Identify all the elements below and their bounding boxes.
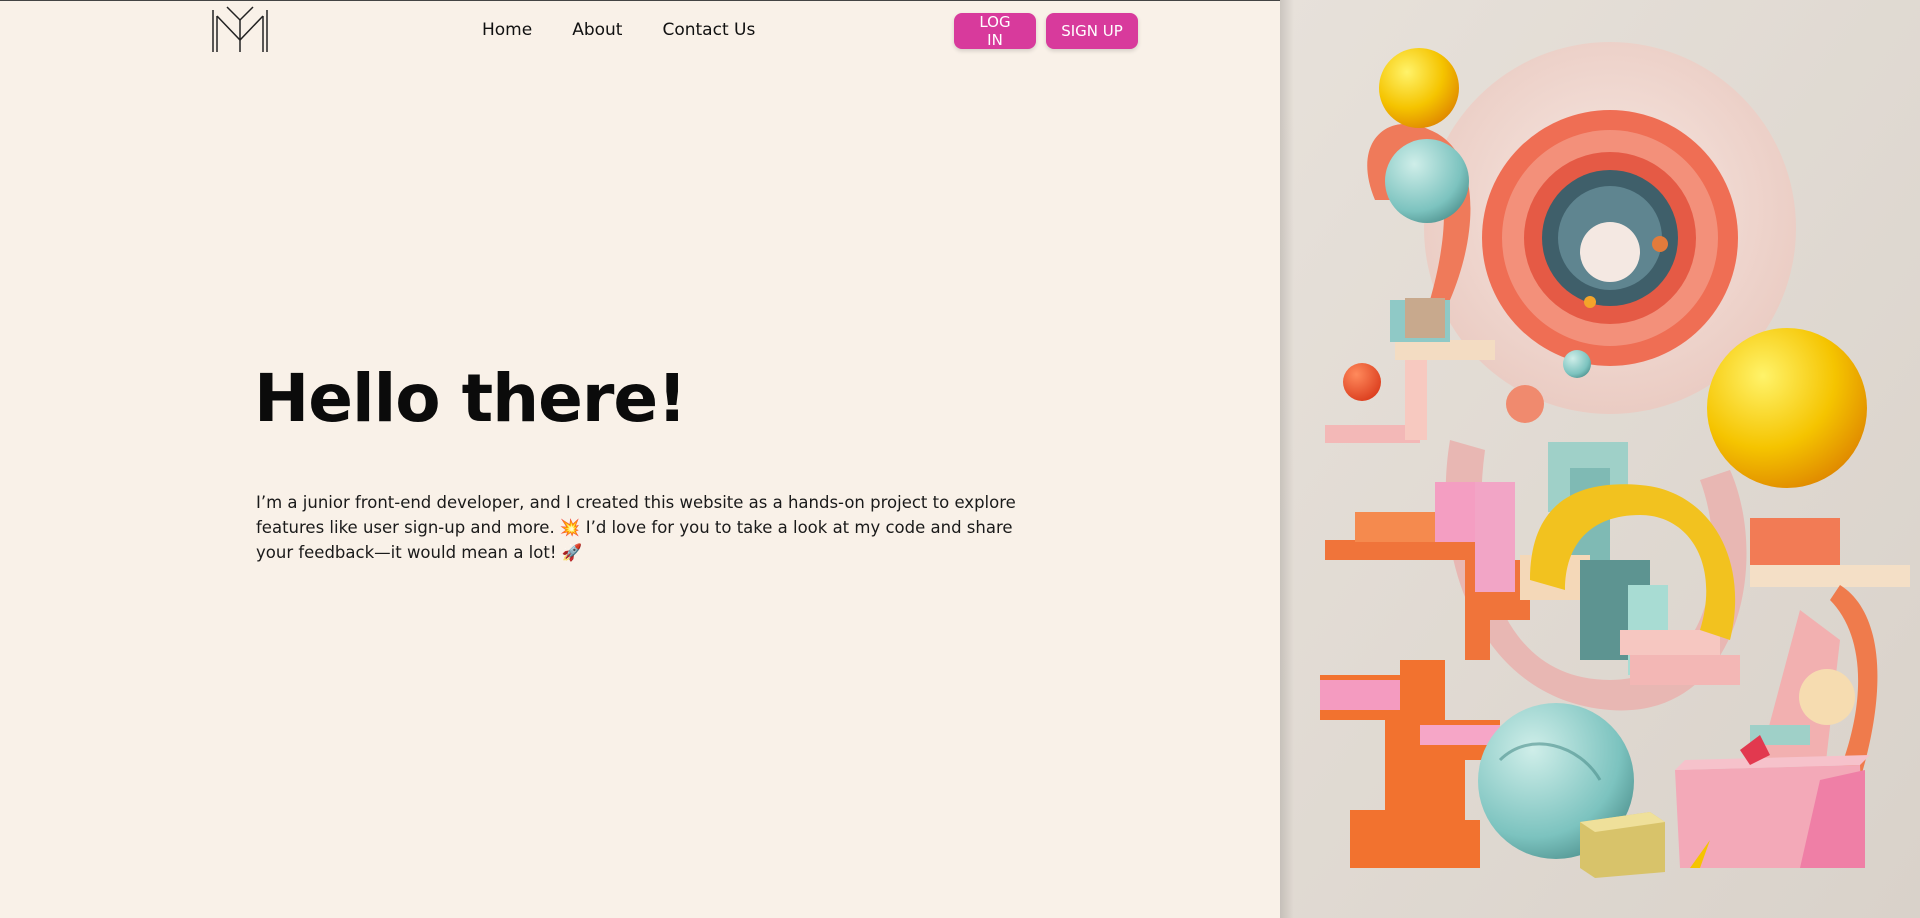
- monogram-m-logo[interactable]: [211, 6, 269, 54]
- login-button[interactable]: LOG IN: [954, 13, 1036, 49]
- nav-about-link[interactable]: About: [572, 20, 622, 40]
- main-nav: Home About Contact Us: [482, 20, 755, 40]
- nav-contact-link[interactable]: Contact Us: [662, 20, 755, 40]
- abstract-3d-artwork-image: [1280, 0, 1920, 918]
- hero-title: Hello there!: [254, 360, 687, 437]
- nav-home-link[interactable]: Home: [482, 20, 532, 40]
- signup-button[interactable]: SIGN UP: [1046, 13, 1138, 49]
- auth-buttons: LOG IN SIGN UP: [954, 13, 1138, 49]
- main-section: Home About Contact Us LOG IN SIGN UP Hel…: [0, 0, 1280, 918]
- hero-description: I’m a junior front-end developer, and I …: [256, 493, 1016, 562]
